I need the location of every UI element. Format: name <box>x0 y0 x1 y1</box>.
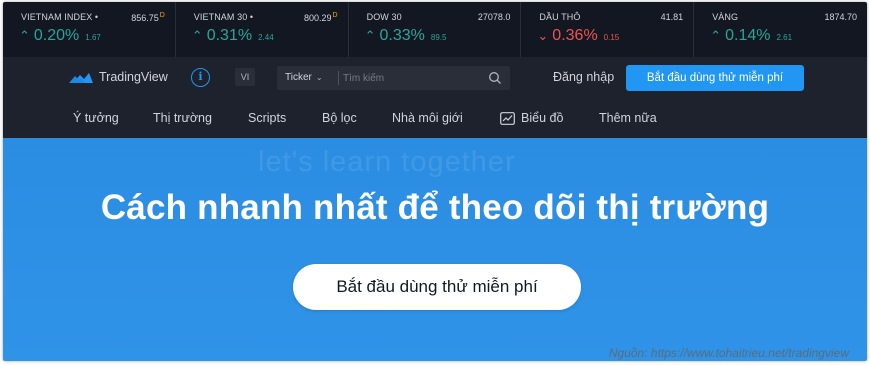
nav-item-screeners[interactable]: Bộ lọc <box>322 111 357 125</box>
ticker-price: 1874.70 <box>824 12 857 22</box>
login-link[interactable]: Đăng nhập <box>553 70 614 84</box>
search-icon[interactable] <box>488 71 502 90</box>
ticker-change: ⌃ 0.33% 89.5 <box>364 27 447 44</box>
tradingview-cloud-icon <box>69 73 93 83</box>
ticker-name: VIETNAM INDEX • <box>21 12 99 22</box>
chevron-up-icon: ⌃ <box>710 28 722 43</box>
start-trial-button[interactable]: Bắt đầu dùng thử miễn phí <box>626 65 804 91</box>
chevron-up-icon: ⌃ <box>364 28 376 43</box>
ticker-price: 856.75D <box>131 12 165 23</box>
info-icon[interactable]: i <box>191 68 210 87</box>
hero-start-trial-button[interactable]: Bắt đầu dùng thử miễn phí <box>293 264 581 310</box>
ticker-name: DẦU THÔ <box>539 12 581 22</box>
chevron-up-icon: ⌃ <box>191 28 203 43</box>
search-input[interactable] <box>341 69 483 87</box>
ticker-gold[interactable]: VÀNG 1874.70 ⌃ 0.14% 2.61 <box>694 2 867 57</box>
ticker-name: VÀNG <box>712 12 739 22</box>
ticker-name: VIETNAM 30 • <box>193 12 254 22</box>
divider <box>338 71 339 85</box>
ticker-price: 800.29D <box>304 12 338 23</box>
nav-item-chart[interactable]: Biểu đồ <box>500 111 563 125</box>
nav-item-scripts[interactable]: Scripts <box>248 111 286 125</box>
nav-item-brokers[interactable]: Nhà môi giới <box>392 111 463 125</box>
watermark: let's learn together <box>258 146 516 178</box>
screenshot-frame: VIETNAM INDEX • 856.75D ⌃ 0.20% 1.67 VIETN… <box>3 2 867 361</box>
ticker-change: ⌃ 0.14% 2.61 <box>710 27 793 44</box>
main-nav: Ý tưởng Thị trường Scripts Bộ lọc Nhà mô… <box>3 101 867 138</box>
ticker-dow-30[interactable]: DOW 30 27078.0 ⌃ 0.33% 89.5 <box>349 2 522 57</box>
header: TradingView i VI Ticker⌄ Đăng nhập Bắt đ… <box>3 57 867 101</box>
ticker-change: ⌃ 0.31% 2.44 <box>191 27 274 44</box>
ticker-vietnam-30[interactable]: VIETNAM 30 • 800.29D ⌃ 0.31% 2.44 <box>176 2 349 57</box>
ticker-bar: VIETNAM INDEX • 856.75D ⌃ 0.20% 1.67 VIETN… <box>3 2 867 57</box>
language-switch[interactable]: VI <box>235 68 255 86</box>
source-caption: Nguồn: https://www.tohaitrieu.net/tradin… <box>608 346 849 360</box>
ticker-crude-oil[interactable]: DẦU THÔ 41.81 ⌄ 0.36% 0.15 <box>521 2 695 57</box>
brand-logo[interactable]: TradingView <box>69 70 168 84</box>
nav-item-more[interactable]: Thêm nữa <box>599 111 657 125</box>
chevron-down-icon: ⌄ <box>537 28 549 43</box>
chart-icon <box>500 112 515 125</box>
brand-name: TradingView <box>99 70 168 84</box>
search-type-select[interactable]: Ticker ⌄ <box>285 66 323 90</box>
ticker-price: 41.81 <box>660 12 684 22</box>
ticker-change: ⌄ 0.36% 0.15 <box>537 27 620 44</box>
hero-banner: let's learn together Cách nhanh nhất để … <box>3 138 867 361</box>
ticker-price: 27078.0 <box>477 12 511 22</box>
ticker-change: ⌃ 0.20% 1.67 <box>19 27 101 44</box>
chevron-down-icon: ⌄ <box>315 73 323 82</box>
nav-item-label: Biểu đồ <box>521 111 564 125</box>
nav-item-ideas[interactable]: Ý tưởng <box>73 111 119 125</box>
search-box: Ticker ⌄ <box>277 66 510 90</box>
ticker-name: DOW 30 <box>366 12 402 22</box>
ticker-vietnam-index[interactable]: VIETNAM INDEX • 856.75D ⌃ 0.20% 1.67 <box>3 2 176 57</box>
nav-item-markets[interactable]: Thị trường <box>153 111 212 125</box>
hero-title: Cách nhanh nhất để theo dõi thị trường <box>100 188 770 227</box>
chevron-up-icon: ⌃ <box>19 28 30 43</box>
